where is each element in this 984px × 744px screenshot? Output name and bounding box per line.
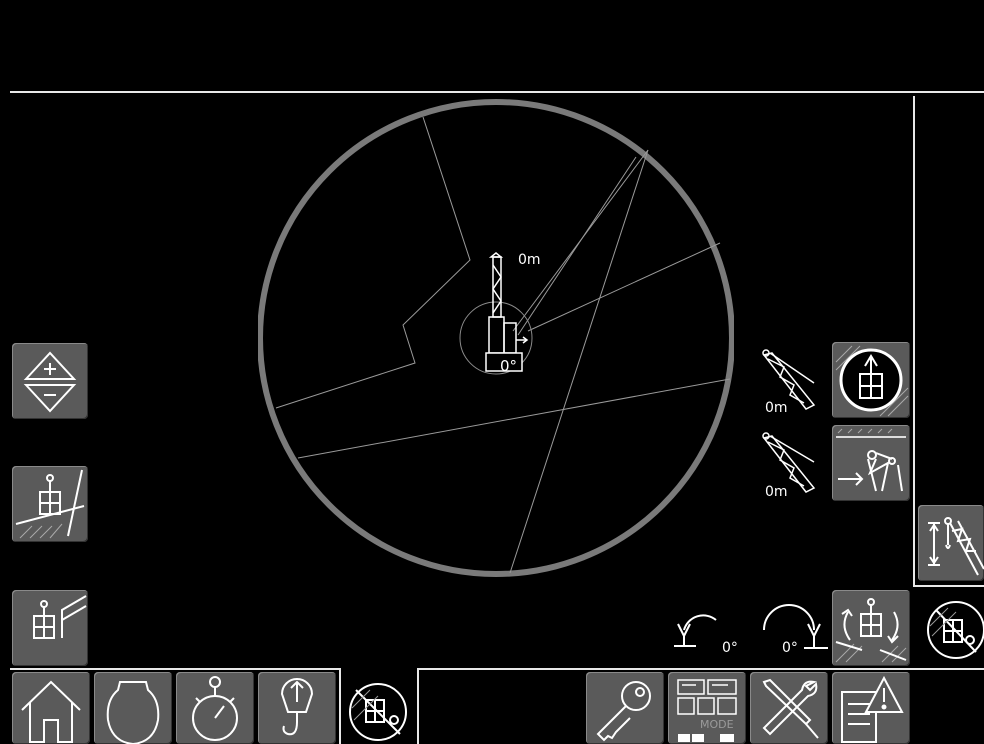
warning-log-button[interactable] [832,672,910,744]
key-icon [596,681,651,742]
top-bar [0,0,984,92]
home-icon [21,680,81,743]
wall-button[interactable] [12,590,88,666]
slew-limit-button[interactable] [832,590,910,666]
zoom-button[interactable] [12,343,88,419]
slew-left-angle: 0° [722,640,738,656]
tools-icon [762,678,819,739]
bottom-right-divider-v [417,668,419,744]
tools-button[interactable] [750,672,828,744]
hook-button[interactable] [258,672,336,744]
upper-boom-length: 0m [765,400,788,416]
mode-button[interactable]: MODE [668,672,746,744]
bottom-right-divider [418,668,984,670]
lower-boom-length: 0m [765,484,788,500]
working-range-button[interactable] [832,425,910,501]
top-divider [10,91,984,93]
bottom-left-divider [10,668,340,670]
blank-shape-icon [106,681,160,744]
crane-top-view-icon [835,345,909,417]
home-button[interactable] [12,672,90,744]
mode-icon [677,679,737,742]
slope-button[interactable] [12,466,88,542]
center-slew-label: 0° [500,357,518,375]
working-range-icon [836,428,906,492]
slew-limit-icon [835,598,907,663]
working-range-map[interactable] [258,95,734,581]
right-panel-divider [913,96,915,586]
slew-right-angle: 0° [782,640,798,656]
right-panel-bottom [913,585,984,587]
stopwatch-icon [192,676,238,741]
slew-left-indicator [674,614,717,647]
warning-log-icon [841,675,904,743]
crane-top-view-button[interactable] [832,342,910,418]
hook-height-icon [928,517,984,576]
crane-near-wall-icon [33,595,87,639]
blank-shape-button[interactable] [94,672,172,744]
crane-disabled-icon [927,601,984,659]
center-height-label: 0m [518,252,541,268]
crane-status-icon [349,683,407,741]
timer-button[interactable] [176,672,254,744]
hook-icon [280,678,314,736]
hook-height-button[interactable] [918,505,984,581]
crane-on-slope-icon [15,469,85,539]
bottom-left-divider-v [339,668,341,744]
zoom-in-out-icon [23,351,77,413]
mode-label: MODE [700,718,734,731]
key-button[interactable] [586,672,664,744]
